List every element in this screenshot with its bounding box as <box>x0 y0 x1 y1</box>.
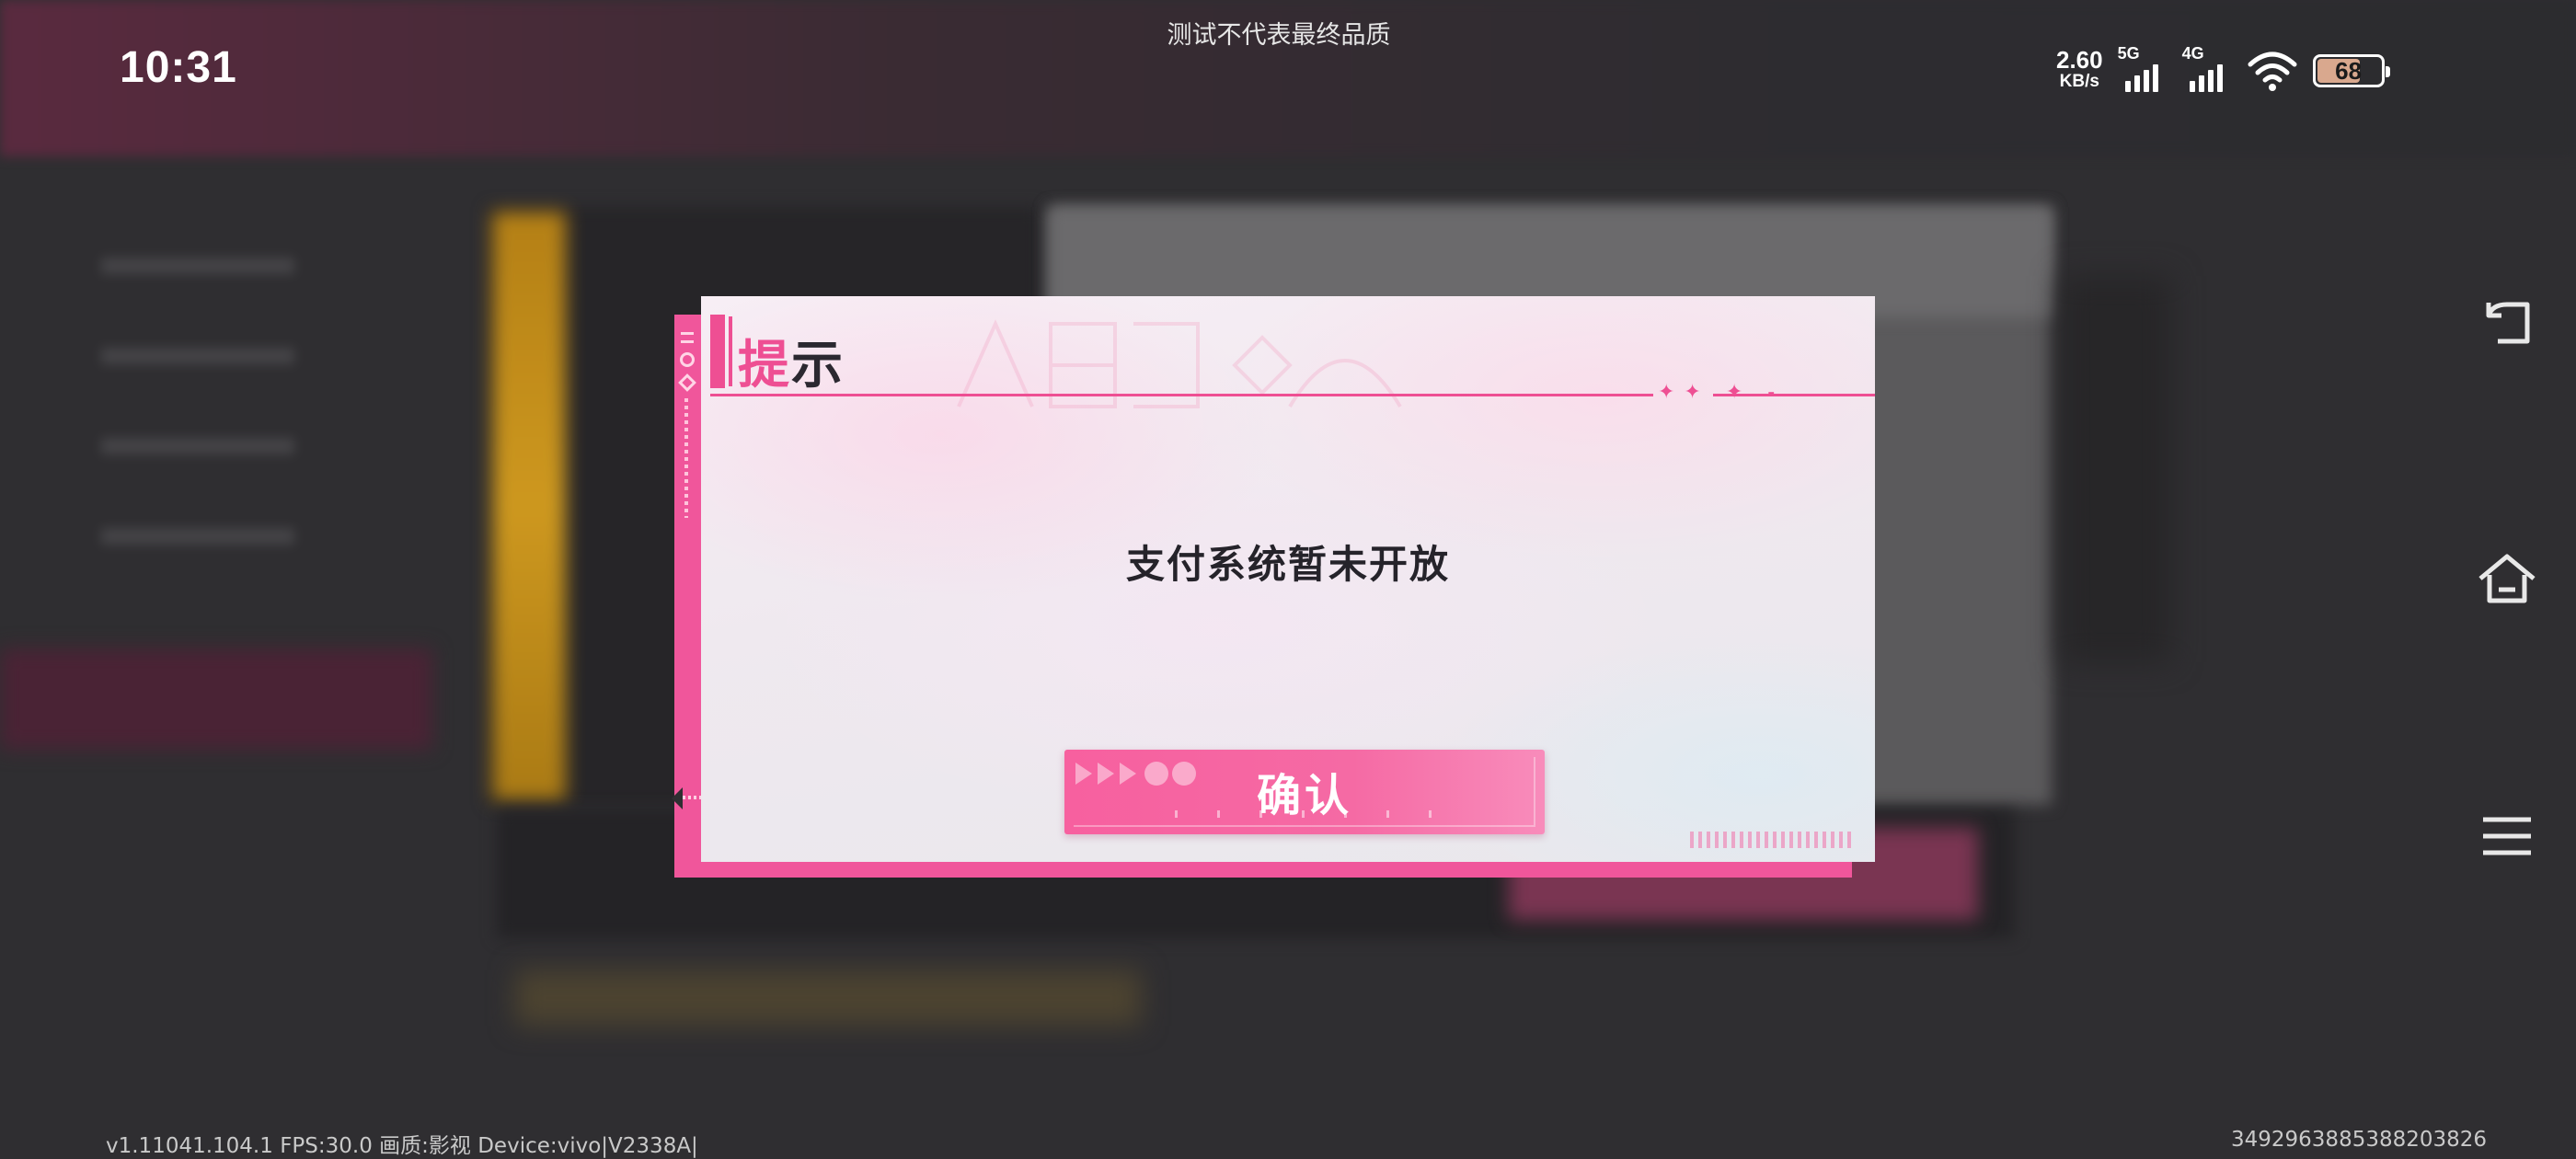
dialog-title-char-2: 示 <box>791 335 845 396</box>
home-icon[interactable] <box>2475 546 2539 611</box>
battery-level: 68 <box>2335 56 2363 85</box>
cellular-signal-icon: 4G <box>2182 44 2232 94</box>
back-icon[interactable] <box>2475 290 2539 354</box>
status-icons: 2.60 KB/s 5G 4G 68 <box>2056 44 2390 94</box>
wifi-icon <box>2248 52 2297 91</box>
battery-icon: 68 <box>2312 54 2390 87</box>
dialog-notch <box>672 787 683 809</box>
notice-dialog: 提示 ✦✦ ✦ - 支付系统暂未开放 确认 <box>701 296 1875 862</box>
dialog-side-decoration <box>677 327 699 557</box>
signal-4g-label: 4G <box>2181 44 2204 63</box>
title-accent-line <box>729 316 732 386</box>
title-divider <box>710 394 1653 396</box>
title-accent-bar <box>710 315 725 388</box>
dialog-title-char-1: 提 <box>738 335 791 396</box>
dialog-message: 支付系统暂未开放 <box>1125 542 1450 587</box>
user-id: 3492963885388203826 <box>2231 1128 2488 1152</box>
menu-icon[interactable] <box>2475 804 2539 868</box>
dialog-corner-decoration <box>1690 832 1856 848</box>
test-build-banner: 测试不代表最终品质 <box>1167 21 1391 50</box>
dialog-title: 提示 <box>738 324 845 398</box>
button-dots <box>1175 810 1432 818</box>
build-info: v1.11041.104.1 FPS:30.0 画质:影视 Device:viv… <box>106 1134 698 1158</box>
bg-gold-card <box>492 212 566 800</box>
dialog-notch-dots <box>683 796 701 799</box>
cellular-signal-icon: 5G <box>2118 44 2168 94</box>
bg-side-menu <box>101 258 377 625</box>
bg-yellow-tags <box>515 970 1141 1026</box>
network-speed-unit: KB/s <box>2059 72 2099 91</box>
signal-5g-label: 5G <box>2117 44 2140 63</box>
confirm-button[interactable]: 确认 <box>1064 750 1545 834</box>
bg-right-dark-block <box>2061 276 2171 662</box>
title-divider-right <box>1713 394 1875 396</box>
network-speed-value: 2.60 <box>2056 46 2103 74</box>
title-divider-stars: ✦✦ ✦ - <box>1658 381 1785 404</box>
network-speed: 2.60 KB/s <box>2056 46 2103 93</box>
bg-selected-tab <box>0 648 432 750</box>
